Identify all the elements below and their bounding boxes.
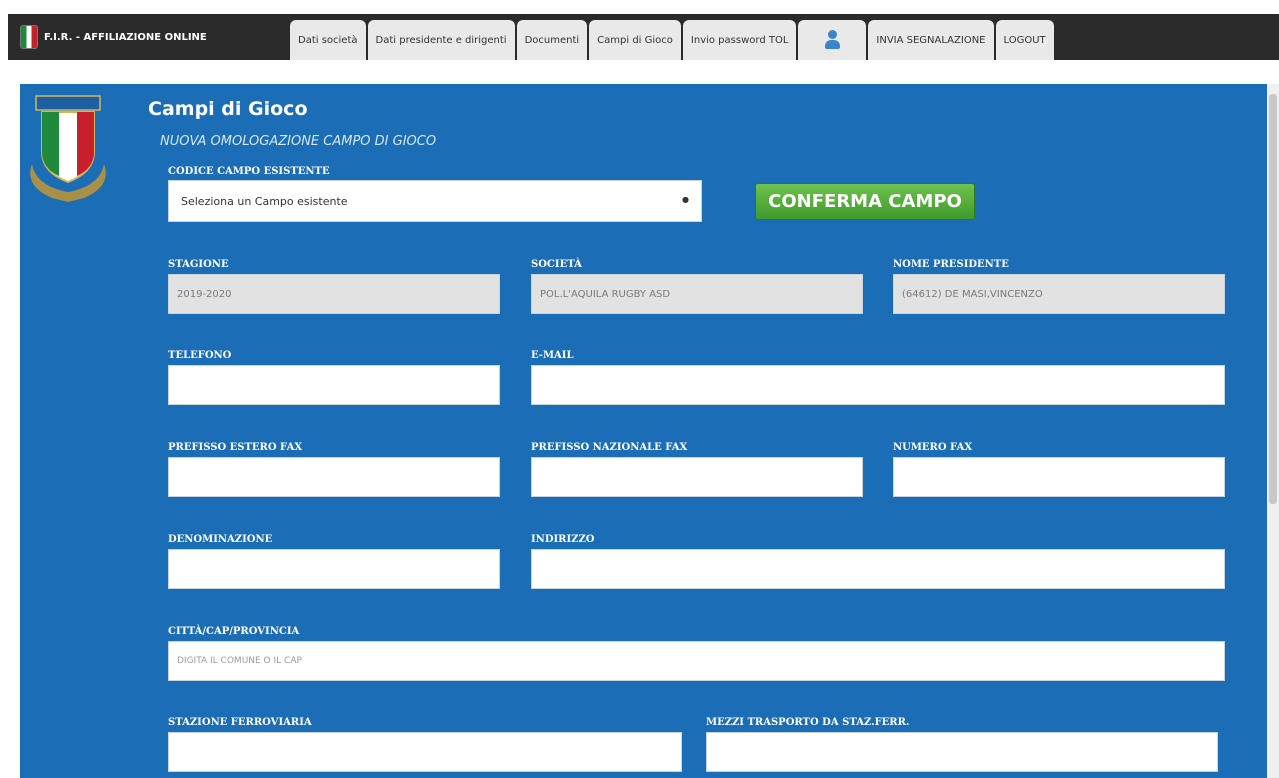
stagione-field[interactable]: 2019-2020 xyxy=(168,274,500,314)
numero-fax-label: NUMERO FAX xyxy=(893,442,973,453)
citta-field[interactable]: DIGITA IL COMUNE O IL CAP xyxy=(168,641,1225,681)
fir-flag-icon xyxy=(20,25,38,49)
numero-fax-field[interactable] xyxy=(893,457,1225,497)
telefono-field[interactable] xyxy=(168,365,500,405)
presidente-field[interactable]: (64612) DE MASI,VINCENZO xyxy=(893,274,1225,314)
citta-placeholder: DIGITA IL COMUNE O IL CAP xyxy=(177,656,302,666)
nav-strip: F.I.R. - AFFILIAZIONE ONLINE Dati societ… xyxy=(8,14,1279,60)
indirizzo-label: INDIRIZZO xyxy=(531,534,595,545)
conferma-campo-button[interactable]: CONFERMA CAMPO xyxy=(755,183,975,220)
tab-documenti[interactable]: Documenti xyxy=(516,20,588,60)
dropdown-arrow-icon: ● xyxy=(682,195,689,204)
citta-label: CITTÀ/CAP/PROVINCIA xyxy=(168,626,300,637)
mezzi-trasporto-field[interactable] xyxy=(706,732,1218,772)
campo-esistente-select[interactable]: Seleziona un Campo esistente ● xyxy=(168,180,702,222)
denominazione-field[interactable] xyxy=(168,549,500,589)
stazione-ferroviaria-field[interactable] xyxy=(168,732,682,772)
tab-dati-presidente[interactable]: Dati presidente e dirigenti xyxy=(367,20,515,60)
nav-tabs: Dati società Dati presidente e dirigenti… xyxy=(290,20,1056,60)
societa-label: SOCIETÀ xyxy=(531,259,582,270)
top-bar: F.I.R. - AFFILIAZIONE ONLINE Dati societ… xyxy=(0,0,1279,64)
page-title: Campi di Gioco xyxy=(148,98,308,120)
telefono-label: TELEFONO xyxy=(168,350,232,361)
tab-user[interactable] xyxy=(798,20,867,60)
campo-esistente-value: Seleziona un Campo esistente xyxy=(181,194,348,208)
email-label: E-MAIL xyxy=(531,350,574,361)
tab-dati-societa[interactable]: Dati società xyxy=(290,20,366,60)
brand[interactable]: F.I.R. - AFFILIAZIONE ONLINE xyxy=(20,14,207,60)
mezzi-trasporto-label: MEZZI TRASPORTO DA STAZ.FERR. xyxy=(706,717,910,728)
tab-invio-password[interactable]: Invio password TOL xyxy=(682,20,797,60)
prefisso-estero-fax-field[interactable] xyxy=(168,457,500,497)
user-icon xyxy=(824,30,841,50)
page-subtitle: NUOVA OMOLOGAZIONE CAMPO DI GIOCO xyxy=(160,134,437,149)
scrollbar[interactable] xyxy=(1267,84,1279,778)
denominazione-label: DENOMINAZIONE xyxy=(168,534,273,545)
campo-esistente-label: CODICE CAMPO ESISTENTE xyxy=(168,166,330,177)
prefisso-estero-fax-label: PREFISSO ESTERO FAX xyxy=(168,442,303,453)
prefisso-nazionale-fax-field[interactable] xyxy=(531,457,863,497)
tab-logout[interactable]: LOGOUT xyxy=(995,20,1054,60)
stazione-ferroviaria-label: STAZIONE FERROVIARIA xyxy=(168,717,312,728)
societa-field[interactable]: POL.L'AQUILA RUGBY ASD xyxy=(531,274,863,314)
tab-campi-di-gioco[interactable]: Campi di Gioco xyxy=(589,20,681,60)
indirizzo-field[interactable] xyxy=(531,549,1225,589)
stagione-label: STAGIONE xyxy=(168,259,229,270)
tab-invia-segnalazione[interactable]: INVIA SEGNALAZIONE xyxy=(868,20,994,60)
prefisso-nazionale-fax-label: PREFISSO NAZIONALE FAX xyxy=(531,442,688,453)
brand-label: F.I.R. - AFFILIAZIONE ONLINE xyxy=(44,31,207,43)
email-field[interactable] xyxy=(531,365,1225,405)
presidente-label: NOME PRESIDENTE xyxy=(893,259,1009,270)
fir-logo-icon xyxy=(30,95,106,202)
scrollbar-thumb[interactable] xyxy=(1269,94,1277,504)
